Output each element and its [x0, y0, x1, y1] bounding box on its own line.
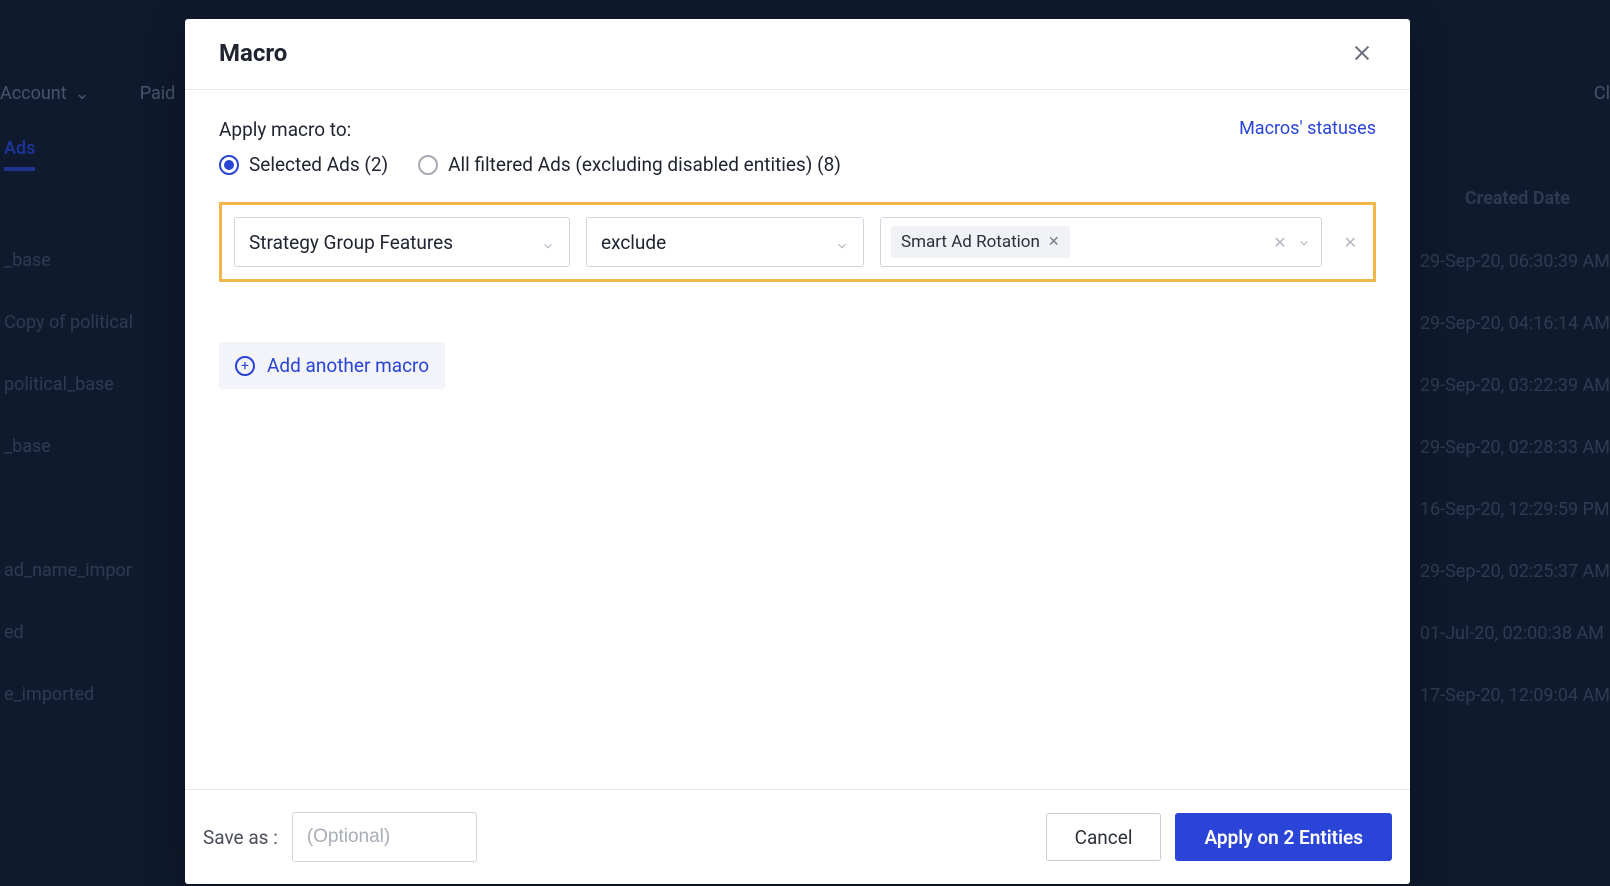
bg-row-date: 29-Sep-20, 02:28:33 AM	[1420, 416, 1610, 478]
bg-row-name: e_imported	[0, 686, 170, 704]
modal-body: Apply macro to: Selected Ads (2) All fil…	[185, 90, 1410, 789]
close-button[interactable]	[1348, 39, 1376, 67]
bg-row-name: political_base	[0, 376, 170, 394]
bg-row-name: _base	[0, 438, 170, 456]
bg-paid-label: Paid	[140, 83, 176, 104]
bg-row-date: 29-Sep-20, 02:25:37 AM	[1420, 540, 1610, 602]
cancel-button[interactable]: Cancel	[1046, 813, 1162, 861]
bg-row-date: 17-Sep-20, 12:09:04 AM	[1420, 664, 1610, 726]
macros-statuses-link[interactable]: Macros' statuses	[1239, 118, 1376, 139]
tag-remove-icon[interactable]: ✕	[1048, 234, 1060, 250]
add-another-macro-button[interactable]: + Add another macro	[219, 342, 445, 389]
modal-footer: Save as : Cancel Apply on 2 Entities	[185, 789, 1410, 884]
apply-macro-label: Apply macro to:	[219, 118, 841, 141]
add-macro-label: Add another macro	[267, 354, 429, 377]
bg-row-name: ed	[0, 624, 170, 642]
bg-row-date: 29-Sep-20, 06:30:39 AM	[1420, 230, 1610, 292]
select-value: exclude	[601, 231, 666, 254]
chevron-down-icon	[835, 235, 849, 249]
tag-label: Smart Ad Rotation	[901, 232, 1040, 252]
macro-modal: Macro Apply macro to: Selected Ads (2) A…	[185, 19, 1410, 884]
plus-circle-icon: +	[235, 356, 255, 376]
bg-column-created-date: Created Date	[1465, 188, 1570, 209]
bg-row-name: ad_name_impor	[0, 562, 170, 580]
apply-button[interactable]: Apply on 2 Entities	[1175, 813, 1392, 861]
radio-icon	[418, 155, 438, 175]
tag-chip: Smart Ad Rotation ✕	[891, 226, 1070, 258]
radio-label: All filtered Ads (excluding disabled ent…	[448, 153, 841, 176]
macro-action-select[interactable]: exclude	[586, 217, 864, 267]
bg-row-date: 16-Sep-20, 12:29:59 PM	[1420, 478, 1610, 540]
select-value: Strategy Group Features	[249, 231, 453, 254]
chevron-down-icon	[1297, 235, 1311, 249]
bg-row-name: _base	[0, 252, 170, 270]
radio-all-filtered-ads[interactable]: All filtered Ads (excluding disabled ent…	[418, 153, 841, 176]
bg-row-date: 01-Jul-20, 02:00:38 AM	[1420, 602, 1610, 664]
bg-right-label: Cl	[1594, 83, 1610, 104]
bg-row-date: 29-Sep-20, 03:22:39 AM	[1420, 354, 1610, 416]
bg-tabs: Ads	[0, 128, 35, 169]
bg-table-header: Created Date	[1465, 188, 1610, 209]
save-as-input[interactable]	[292, 812, 477, 862]
macro-value-multiselect[interactable]: Smart Ad Rotation ✕ ✕	[880, 217, 1322, 267]
bg-table-names: _base Copy of political political_base _…	[0, 230, 170, 726]
bg-account-dropdown: Account	[0, 83, 67, 104]
macro-rule-row: Strategy Group Features exclude Smart Ad…	[219, 202, 1376, 282]
close-icon	[1351, 42, 1373, 64]
save-as-label: Save as :	[203, 826, 278, 849]
radio-icon	[219, 155, 239, 175]
remove-macro-row-button[interactable]: ✕	[1338, 233, 1363, 252]
chevron-down-icon	[541, 235, 555, 249]
radio-label: Selected Ads (2)	[249, 153, 388, 176]
radio-selected-ads[interactable]: Selected Ads (2)	[219, 153, 388, 176]
modal-header: Macro	[185, 19, 1410, 90]
bg-tab-ads: Ads	[4, 138, 35, 171]
apply-scope-radio-group: Selected Ads (2) All filtered Ads (exclu…	[219, 153, 841, 176]
macro-field-select[interactable]: Strategy Group Features	[234, 217, 570, 267]
modal-title: Macro	[219, 39, 287, 67]
bg-row-name: Copy of political	[0, 314, 170, 332]
bg-table-dates: 29-Sep-20, 06:30:39 AM 29-Sep-20, 04:16:…	[1420, 230, 1610, 726]
bg-row-date: 29-Sep-20, 04:16:14 AM	[1420, 292, 1610, 354]
clear-all-icon[interactable]: ✕	[1273, 233, 1286, 252]
